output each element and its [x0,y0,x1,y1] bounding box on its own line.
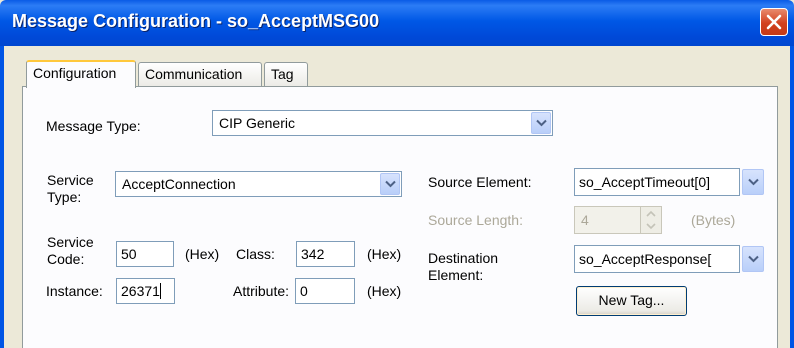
source-element-value: so_AcceptTimeout[0] [579,174,710,190]
service-code-label-line1: Service [47,234,94,250]
spinner-icon [646,210,656,230]
close-icon [766,14,782,30]
tab-tag-label: Tag [271,66,294,82]
class-value: 342 [301,246,325,262]
service-type-select[interactable]: AcceptConnection [115,171,402,197]
window-frame-left [0,46,4,348]
source-element-dropdown-button[interactable] [742,169,764,195]
attribute-unit: (Hex) [367,283,402,299]
source-element-select[interactable]: so_AcceptTimeout[0] [574,168,740,196]
service-code-unit: (Hex) [185,246,220,262]
close-button[interactable] [760,8,788,36]
message-type-label: Message Type: [46,118,141,134]
chevron-down-icon [385,180,396,188]
instance-label: Instance: [46,283,103,299]
destination-element-label-line1: Destination [428,250,499,266]
message-type-dropdown-button[interactable] [531,112,551,134]
source-element-label: Source Element: [428,174,532,190]
window-frame-right [790,46,794,348]
tab-communication-label: Communication [145,66,243,82]
service-type-value: AcceptConnection [122,176,236,192]
chevron-down-icon [536,119,547,127]
text-cursor [159,283,161,299]
class-unit: (Hex) [367,246,402,262]
service-type-label-line2: Type: [47,189,82,205]
instance-value: 26371 [121,283,161,299]
attribute-input[interactable]: 0 [295,278,355,304]
service-type-label-line1: Service [47,172,94,188]
service-code-input[interactable]: 50 [116,241,174,267]
chevron-down-icon [748,178,759,186]
destination-element-label-line2: Element: [428,267,484,283]
tab-tag[interactable]: Tag [264,62,308,86]
source-length-unit: (Bytes) [691,212,736,228]
source-length-input[interactable]: 4 [574,206,641,234]
source-length-value: 4 [581,212,589,228]
service-code-value: 50 [121,246,137,262]
message-type-select[interactable]: CIP Generic [212,110,553,136]
window-title: Message Configuration - so_AcceptMSG00 [12,11,380,31]
service-code-label-line2: Code: [47,251,85,267]
class-label: Class: [236,246,275,262]
new-tag-button[interactable]: New Tag... [576,286,687,316]
tab-communication[interactable]: Communication [138,62,262,86]
class-input[interactable]: 342 [296,241,355,267]
service-type-dropdown-button[interactable] [380,173,400,195]
instance-value-text: 26371 [121,283,160,299]
destination-element-dropdown-button[interactable] [742,246,764,272]
title-bar[interactable]: Message Configuration - so_AcceptMSG00 [0,0,794,46]
attribute-label: Attribute: [233,283,290,299]
destination-element-value: so_AcceptResponse[ [579,251,712,267]
message-type-value: CIP Generic [219,115,295,131]
chevron-down-icon [748,255,759,263]
destination-element-select[interactable]: so_AcceptResponse[ [574,245,740,273]
source-length-label: Source Length: [428,212,523,228]
tab-configuration-label: Configuration [33,65,117,81]
tab-configuration[interactable]: Configuration [26,60,136,88]
source-length-spinner[interactable] [640,206,662,234]
attribute-value: 0 [300,283,308,299]
instance-input[interactable]: 26371 [116,278,175,304]
